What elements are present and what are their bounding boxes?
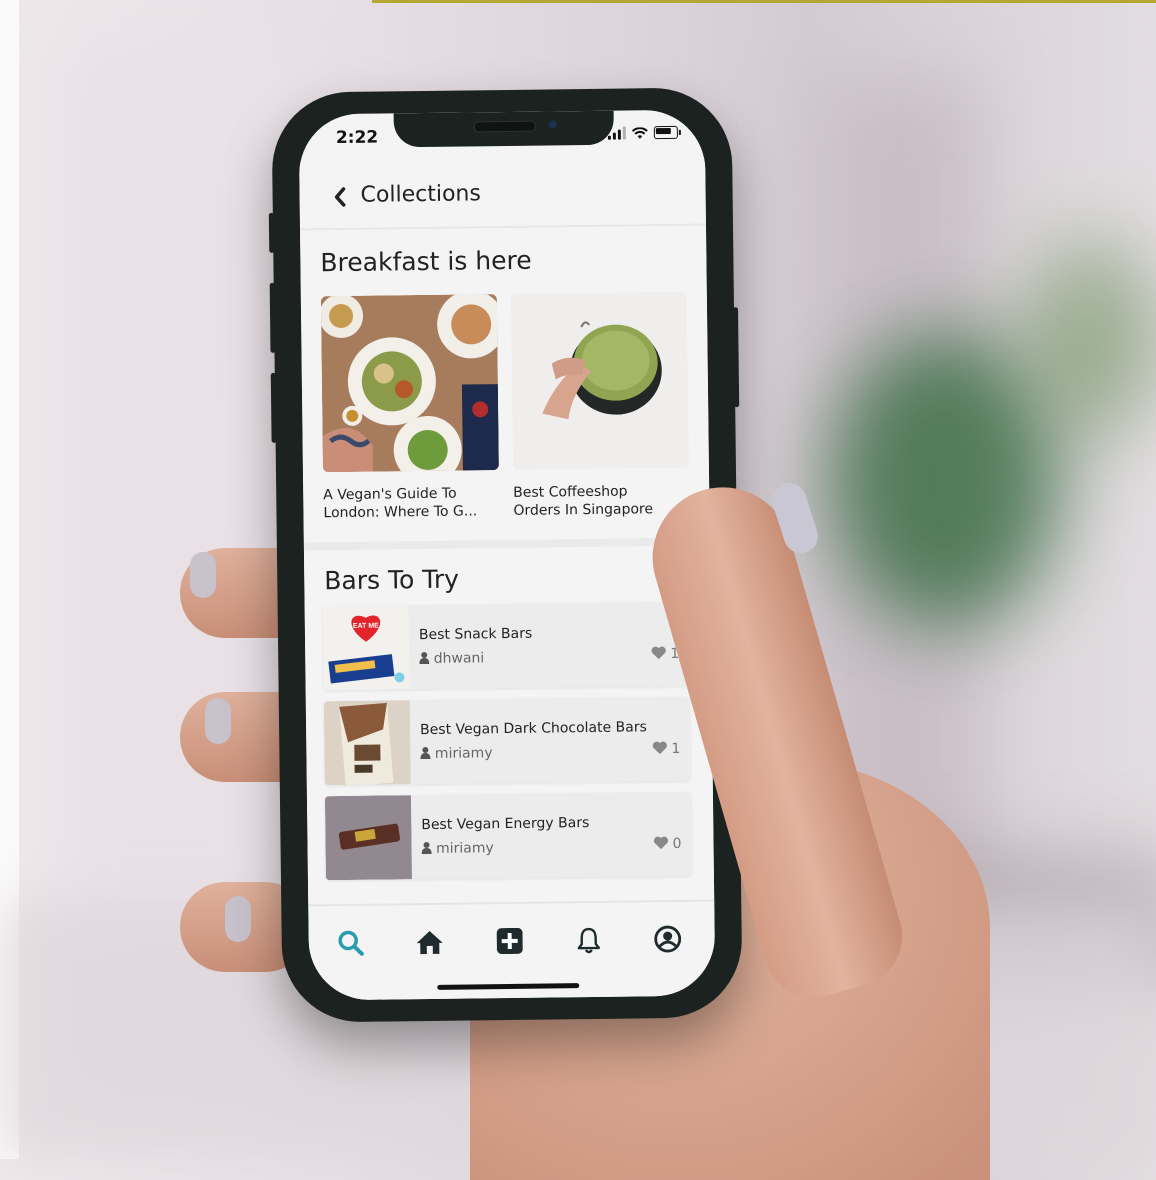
author-name: miriamy — [434, 745, 493, 762]
tab-add[interactable] — [490, 924, 530, 958]
status-icons — [607, 125, 681, 140]
bar-thumbnail: EAT ME — [322, 605, 410, 691]
user-icon — [420, 747, 431, 760]
collection-card-image[interactable] — [320, 294, 499, 473]
heart-icon — [651, 646, 666, 660]
like-count[interactable]: 1 — [652, 740, 681, 758]
cellular-signal-icon — [607, 126, 626, 140]
volume-down-button — [270, 372, 277, 443]
tab-home[interactable] — [410, 925, 450, 959]
heart-icon — [652, 741, 667, 755]
tab-notifications[interactable] — [569, 923, 609, 957]
chevron-left-icon[interactable] — [332, 186, 346, 214]
earpiece-speaker — [473, 120, 536, 133]
tab-search[interactable] — [331, 926, 371, 960]
battery-tip — [678, 129, 681, 135]
front-camera — [548, 120, 557, 129]
list-item[interactable]: EAT ME Best Snack Bars dhwani 1 — [322, 601, 690, 691]
search-icon — [338, 930, 364, 956]
like-count[interactable]: 0 — [653, 836, 682, 852]
notch — [393, 110, 614, 148]
mute-switch — [268, 212, 275, 253]
matcha-drink-image — [510, 291, 689, 470]
author-name: miriamy — [435, 840, 494, 857]
list-item-title: Best Vegan Energy Bars — [421, 815, 590, 834]
volume-up-button — [269, 282, 276, 353]
home-icon — [416, 930, 443, 955]
bell-icon — [577, 927, 601, 954]
page-title: Collections — [360, 181, 482, 208]
like-count-value: 0 — [672, 835, 682, 852]
author-name: dhwani — [433, 650, 485, 667]
collection-card-image[interactable] — [510, 291, 689, 470]
section-title: Breakfast is here — [320, 245, 532, 278]
profile-icon — [654, 925, 682, 953]
user-icon — [421, 842, 432, 855]
nav-header: Collections — [299, 157, 706, 231]
background-plant — [1020, 240, 1156, 440]
collection-section-breakfast: Breakfast is here A Vegan's Guide To Lon… — [300, 225, 710, 543]
user-icon — [419, 652, 430, 665]
section-title: Bars To Try — [324, 564, 460, 596]
background-top-accent — [372, 0, 1156, 3]
list-item-title: Best Vegan Dark Chocolate Bars — [420, 719, 647, 739]
fingernail — [190, 552, 216, 598]
collection-section-bars: Bars To Try EAT ME Best Snack Bars dhwan… — [303, 545, 715, 905]
fingernail — [205, 698, 231, 744]
battery-icon — [653, 125, 678, 140]
fingernail — [225, 896, 251, 942]
heart-icon — [653, 836, 668, 850]
power-button — [732, 307, 740, 408]
like-count-value: 1 — [671, 740, 681, 758]
vegan-london-food-image — [320, 294, 499, 473]
status-time: 2:22 — [335, 127, 379, 149]
bar-thumbnail — [323, 700, 411, 786]
tab-profile[interactable] — [647, 922, 687, 956]
list-item-author: miriamy — [421, 840, 494, 857]
list-item-author: dhwani — [419, 650, 484, 667]
wifi-icon — [631, 126, 648, 139]
svg-text:EAT ME: EAT ME — [353, 623, 379, 630]
list-item[interactable]: Best Vegan Dark Chocolate Bars miriamy 1 — [323, 696, 691, 786]
list-item-author: miriamy — [420, 745, 493, 762]
list-item-title: Best Snack Bars — [418, 625, 533, 644]
collection-card-caption[interactable]: A Vegan's Guide To London: Where To G... — [323, 484, 503, 522]
add-icon — [496, 927, 523, 955]
bar-thumbnail — [324, 795, 412, 881]
list-item[interactable]: Best Vegan Energy Bars miriamy 0 — [324, 791, 692, 881]
